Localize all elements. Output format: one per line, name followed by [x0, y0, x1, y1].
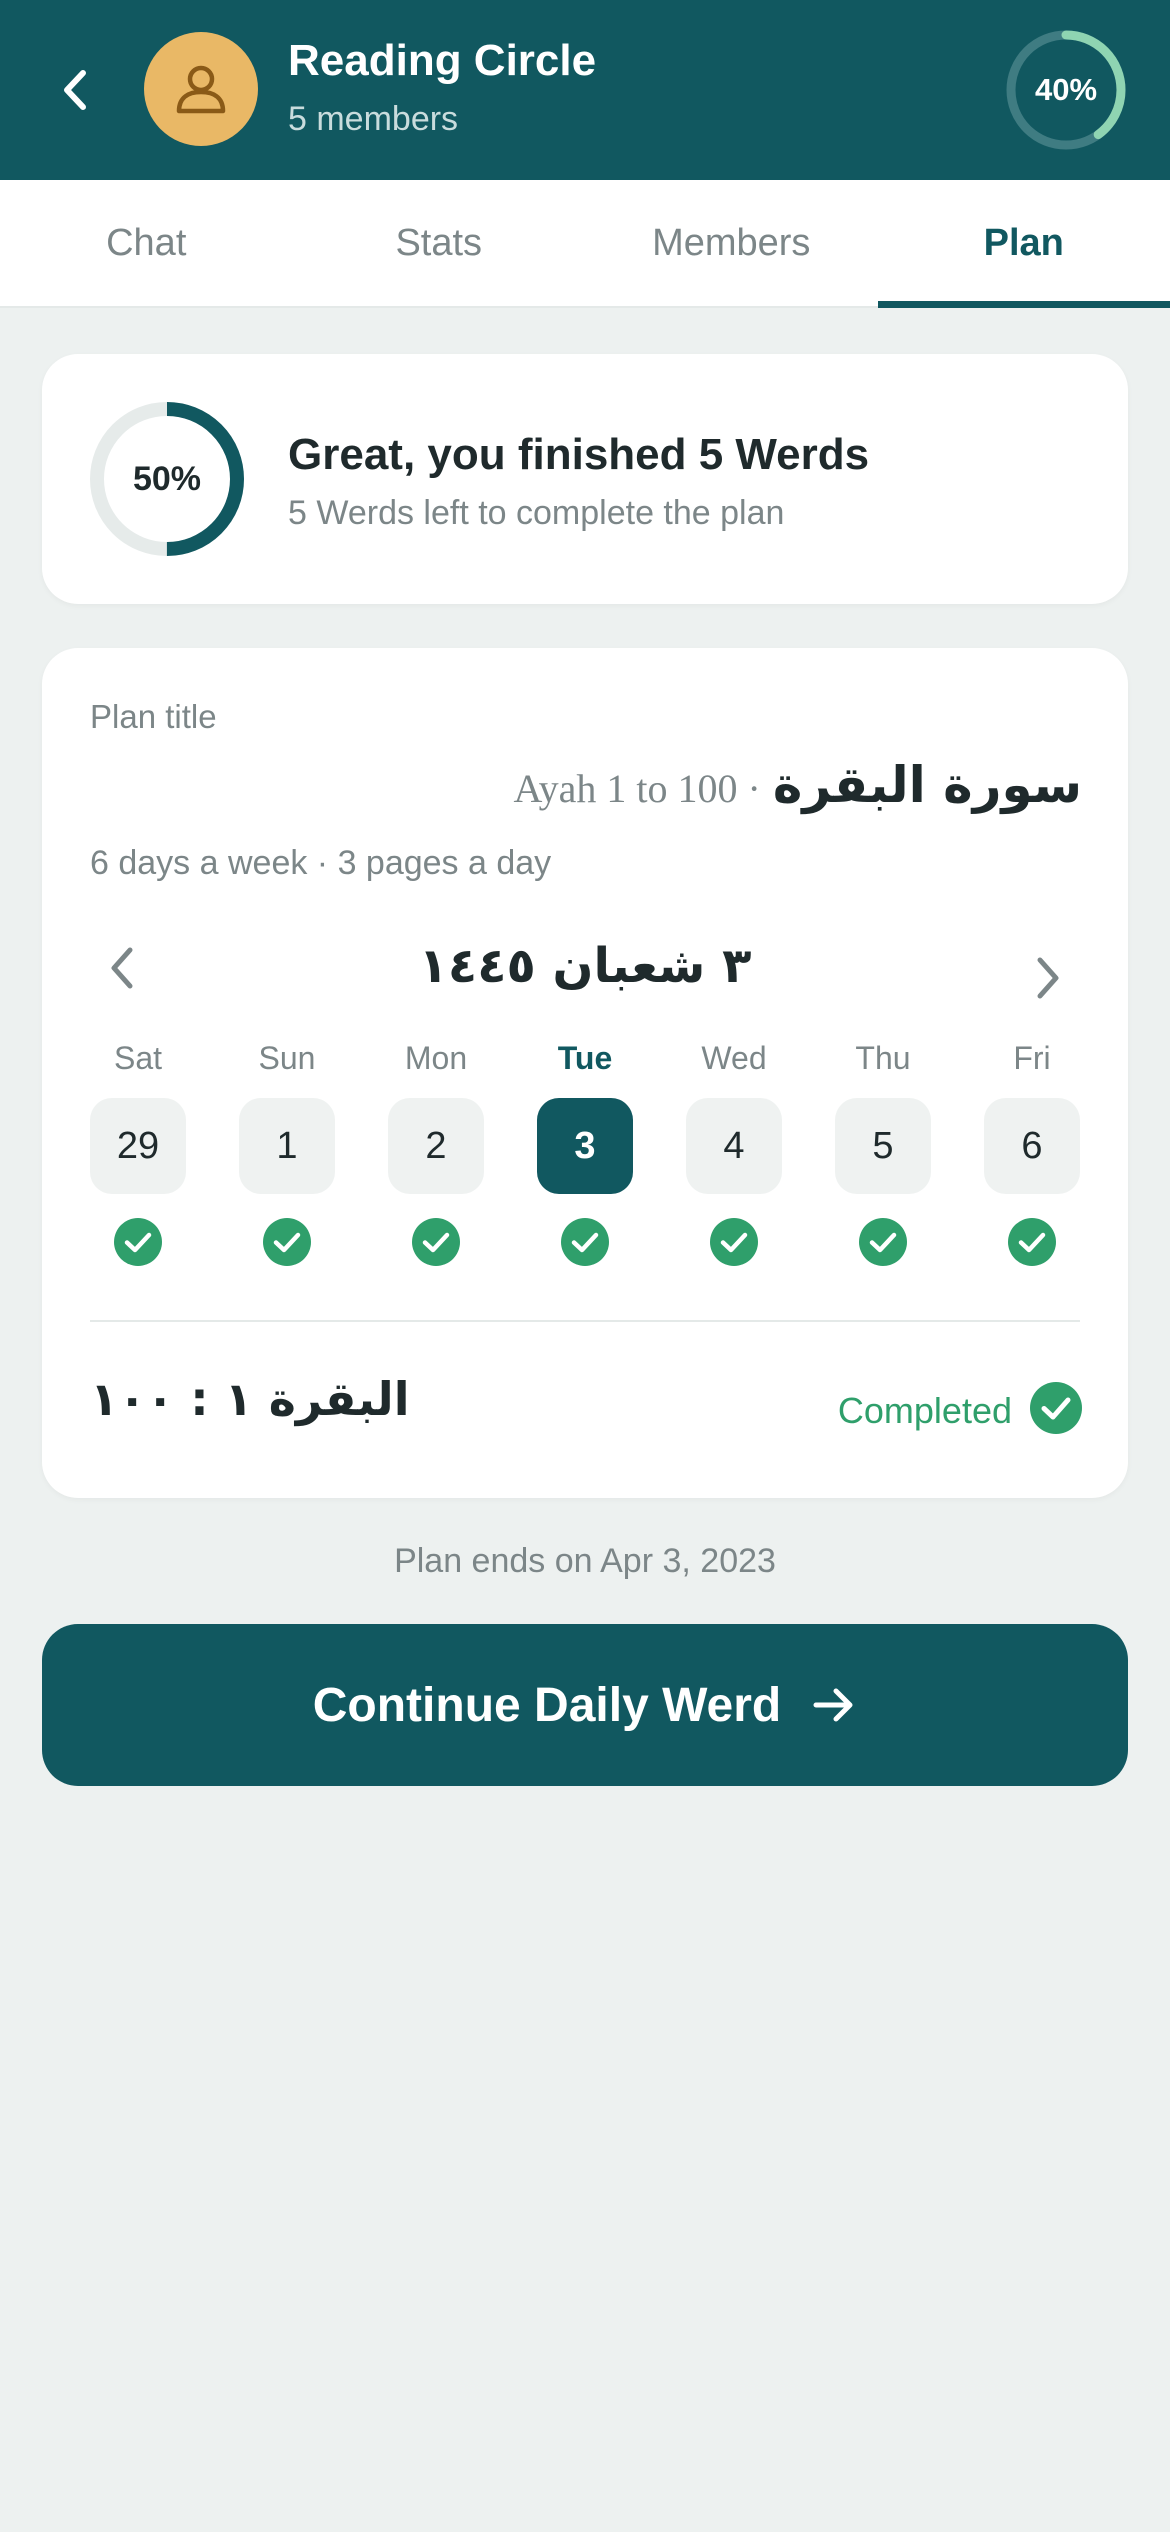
- day-name: Thu: [855, 1040, 911, 1076]
- summary-subtitle: 5 Werds left to complete the plan: [288, 494, 785, 532]
- continue-daily-werd-button[interactable]: Continue Daily Werd: [42, 1624, 1128, 1786]
- check-circle-icon: [561, 1218, 609, 1266]
- day-column: Thu 5: [835, 1040, 931, 1280]
- avatar[interactable]: [144, 32, 258, 146]
- day-column: Mon 2: [388, 1040, 484, 1280]
- day-name: Wed: [701, 1040, 767, 1076]
- check-circle-icon: [412, 1218, 460, 1266]
- day-column: Wed 4: [686, 1040, 782, 1280]
- tab-bar: Chat Stats Members Plan: [0, 180, 1170, 308]
- divider: [90, 1320, 1080, 1322]
- check-circle-icon: [1030, 1382, 1082, 1434]
- plan-schedule: 6 days a week · 3 pages a day: [90, 844, 552, 882]
- day-number[interactable]: 2: [388, 1098, 484, 1194]
- daily-range: البقرة ١ : ١٠٠: [90, 1372, 410, 1426]
- tab-plan[interactable]: Plan: [877, 180, 1170, 308]
- day-column: Sat 29: [90, 1040, 186, 1280]
- group-title: Reading Circle: [288, 36, 597, 85]
- day-number-today[interactable]: 3: [537, 1098, 633, 1194]
- day-name: Fri: [1013, 1040, 1051, 1076]
- tab-stats[interactable]: Stats: [293, 180, 586, 306]
- cta-label: Continue Daily Werd: [312, 1678, 782, 1732]
- day-name: Sun: [258, 1040, 316, 1076]
- plan-surah-name: سورة البقرة: [772, 756, 1082, 814]
- day-column: Sun 1: [239, 1040, 335, 1280]
- day-number[interactable]: 6: [984, 1098, 1080, 1194]
- check-circle-icon: [859, 1218, 907, 1266]
- check-circle-icon: [1008, 1218, 1056, 1266]
- summary-title: Great, you finished 5 Werds: [288, 430, 870, 479]
- member-count: 5 members: [288, 100, 459, 138]
- arrow-right-icon: [813, 1688, 853, 1722]
- plan-ayah-range: Ayah 1 to 100 ·: [513, 766, 761, 811]
- user-icon: [176, 65, 226, 114]
- day-name-today: Tue: [557, 1040, 613, 1076]
- plan-title-label: Plan title: [90, 698, 217, 735]
- day-number[interactable]: 4: [686, 1098, 782, 1194]
- day-number[interactable]: 1: [239, 1098, 335, 1194]
- tab-chat[interactable]: Chat: [0, 180, 293, 306]
- day-name: Sat: [113, 1040, 163, 1076]
- plan-card: Plan title Ayah 1 to 100 · سورة البقرة 6…: [42, 648, 1128, 1498]
- tab-members[interactable]: Members: [585, 180, 878, 306]
- back-button[interactable]: [40, 50, 110, 130]
- day-number[interactable]: 29: [90, 1098, 186, 1194]
- plan-title: Ayah 1 to 100 · سورة البقرة: [513, 756, 1082, 814]
- day-name: Mon: [404, 1040, 468, 1076]
- day-column: Fri 6: [984, 1040, 1080, 1280]
- progress-summary-card: 50% Great, you finished 5 Werds 5 Werds …: [42, 354, 1128, 604]
- check-circle-icon: [710, 1218, 758, 1266]
- calendar-next-button[interactable]: [1018, 948, 1078, 1008]
- app-header: Reading Circle 5 members 40%: [0, 0, 1170, 180]
- week-strip: Sat 29 Sun 1 Mon 2 Tue 3 Wed 4 Thu 5 Fri…: [90, 1040, 1080, 1280]
- chevron-left-icon: [64, 70, 86, 110]
- plan-end-date: Plan ends on Apr 3, 2023: [394, 1542, 776, 1580]
- plan-progress-label: 50%: [132, 459, 202, 498]
- calendar-month: ٣ شعبان ١٤٤٥: [418, 938, 752, 994]
- group-progress-ring: 40%: [1004, 28, 1128, 152]
- day-column-today: Tue 3: [537, 1040, 633, 1280]
- group-progress-label: 40%: [1034, 72, 1098, 107]
- check-circle-icon: [263, 1218, 311, 1266]
- chevron-right-icon: [1037, 957, 1059, 999]
- day-number[interactable]: 5: [835, 1098, 931, 1194]
- check-circle-icon: [114, 1218, 162, 1266]
- status-label: Completed: [837, 1390, 1012, 1431]
- plan-progress-ring: 50%: [88, 400, 246, 558]
